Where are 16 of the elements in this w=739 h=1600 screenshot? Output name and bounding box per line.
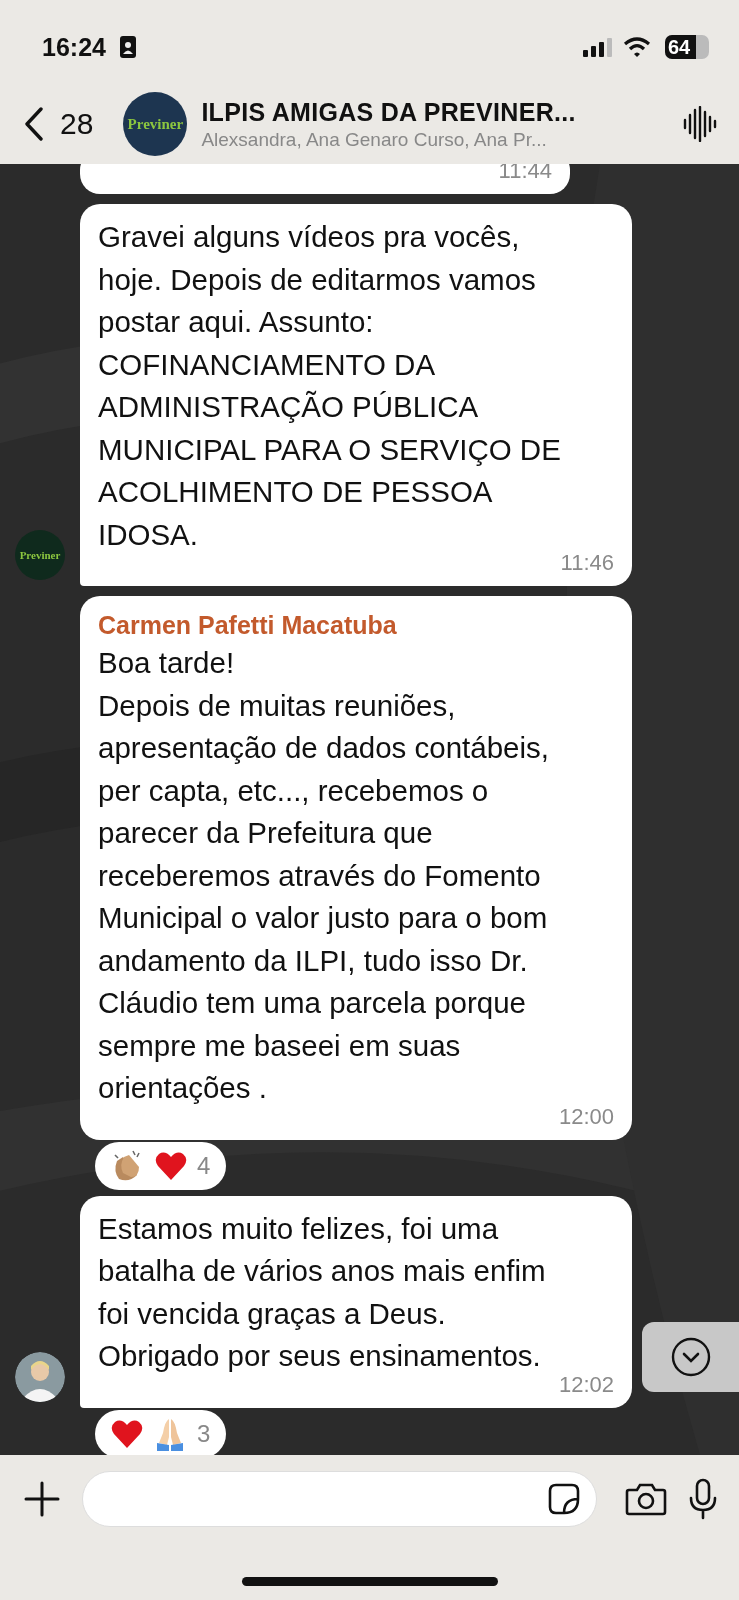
microphone-icon[interactable]	[689, 1478, 717, 1520]
id-card-icon	[119, 36, 136, 58]
sticker-icon[interactable]	[548, 1483, 580, 1515]
group-members: Alexsandra, Ana Genaro Curso, Ana Pr...	[201, 128, 548, 151]
back-count[interactable]: 28	[60, 107, 94, 141]
camera-icon[interactable]	[625, 1482, 667, 1516]
signal-icon	[583, 37, 615, 57]
audio-wave-icon[interactable]	[683, 106, 717, 142]
back-icon[interactable]	[24, 107, 44, 141]
wifi-icon	[623, 37, 651, 57]
group-avatar[interactable]: Previner	[123, 92, 188, 156]
plus-icon[interactable]	[24, 1481, 60, 1517]
group-title[interactable]: ILPIS AMIGAS DA PREVINER...	[201, 97, 671, 127]
battery-icon: 64	[665, 35, 709, 59]
message-input[interactable]	[82, 1471, 597, 1527]
status-time: 16:24	[42, 32, 106, 62]
